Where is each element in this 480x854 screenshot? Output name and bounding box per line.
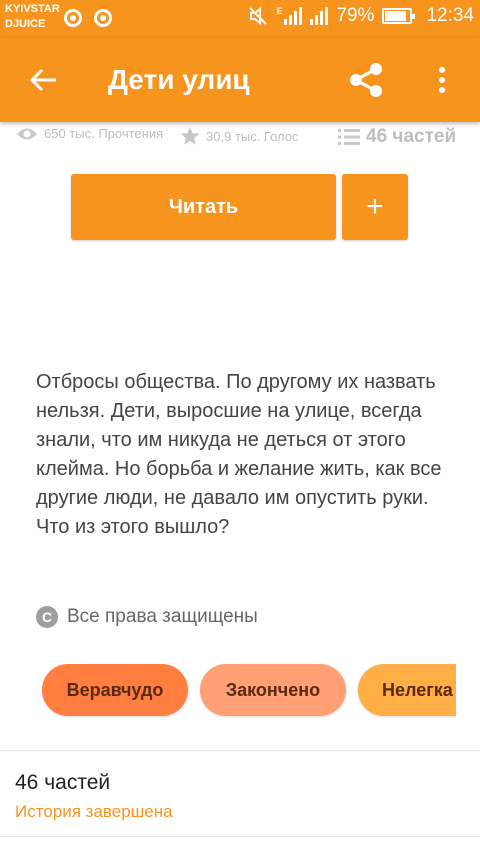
- signal-icon: [284, 7, 303, 25]
- notification-icons: [64, 9, 112, 27]
- carrier-line-2: DJUICE: [5, 18, 46, 30]
- list-icon: [338, 129, 360, 145]
- status-bar: KYIVSTAR DJUICE E 79% 12:34: [0, 0, 480, 38]
- read-button[interactable]: Читать: [71, 174, 336, 240]
- clock: 12:34: [426, 5, 474, 26]
- tag-chip[interactable]: Закончено: [200, 664, 346, 716]
- copyright-text: Все права защищены: [67, 606, 258, 627]
- eye-icon: [17, 128, 37, 139]
- divider: [0, 750, 480, 751]
- reads-stat: 650 тыс. Прочтения: [16, 126, 163, 141]
- mute-icon: [249, 6, 268, 26]
- parts-stat: 46 частей: [338, 126, 456, 148]
- add-to-library-button[interactable]: +: [342, 174, 408, 240]
- tag-chip[interactable]: Веравчудо: [42, 664, 188, 716]
- carrier-label: KYIVSTAR DJUICE: [5, 2, 60, 32]
- votes-stat: 30,9 тыс. Голос: [180, 126, 299, 146]
- tag-list: Веравчудо Закончено Нелегка: [42, 664, 456, 718]
- app-bar: Дети улиц: [0, 38, 480, 122]
- notification-icon: [94, 9, 112, 27]
- carrier-line-1: KYIVSTAR: [5, 3, 60, 15]
- battery-icon: [382, 8, 416, 24]
- star-icon: [180, 127, 200, 145]
- battery-percent: 79%: [336, 5, 375, 26]
- divider: [0, 836, 480, 837]
- more-vert-icon[interactable]: [430, 60, 454, 100]
- back-arrow-icon[interactable]: [24, 60, 64, 100]
- notification-icon: [64, 9, 82, 27]
- status-right: E 79% 12:34: [248, 5, 474, 27]
- parts-title[interactable]: 46 частей: [15, 771, 110, 795]
- votes-count: 30,9 тыс. Голос: [206, 128, 299, 144]
- network-type-label: E: [276, 6, 283, 16]
- copyright-row: C Все права защищены: [36, 606, 258, 628]
- copyright-icon: C: [36, 606, 58, 628]
- parts-count: 46 частей: [366, 126, 457, 147]
- tag-chip[interactable]: Нелегка: [358, 664, 456, 716]
- story-description: Отбросы общества. По другому их назвать …: [36, 371, 442, 538]
- plus-icon: +: [366, 190, 384, 223]
- reads-count: 650 тыс. Прочтения: [44, 126, 164, 141]
- story-stats: 650 тыс. Прочтения 30,9 тыс. Голос 46 ча…: [0, 122, 480, 152]
- page-title: Дети улиц: [108, 64, 250, 95]
- parts-status: История завершена: [15, 802, 173, 821]
- share-icon[interactable]: [344, 58, 388, 102]
- signal-icon-2: [310, 7, 329, 25]
